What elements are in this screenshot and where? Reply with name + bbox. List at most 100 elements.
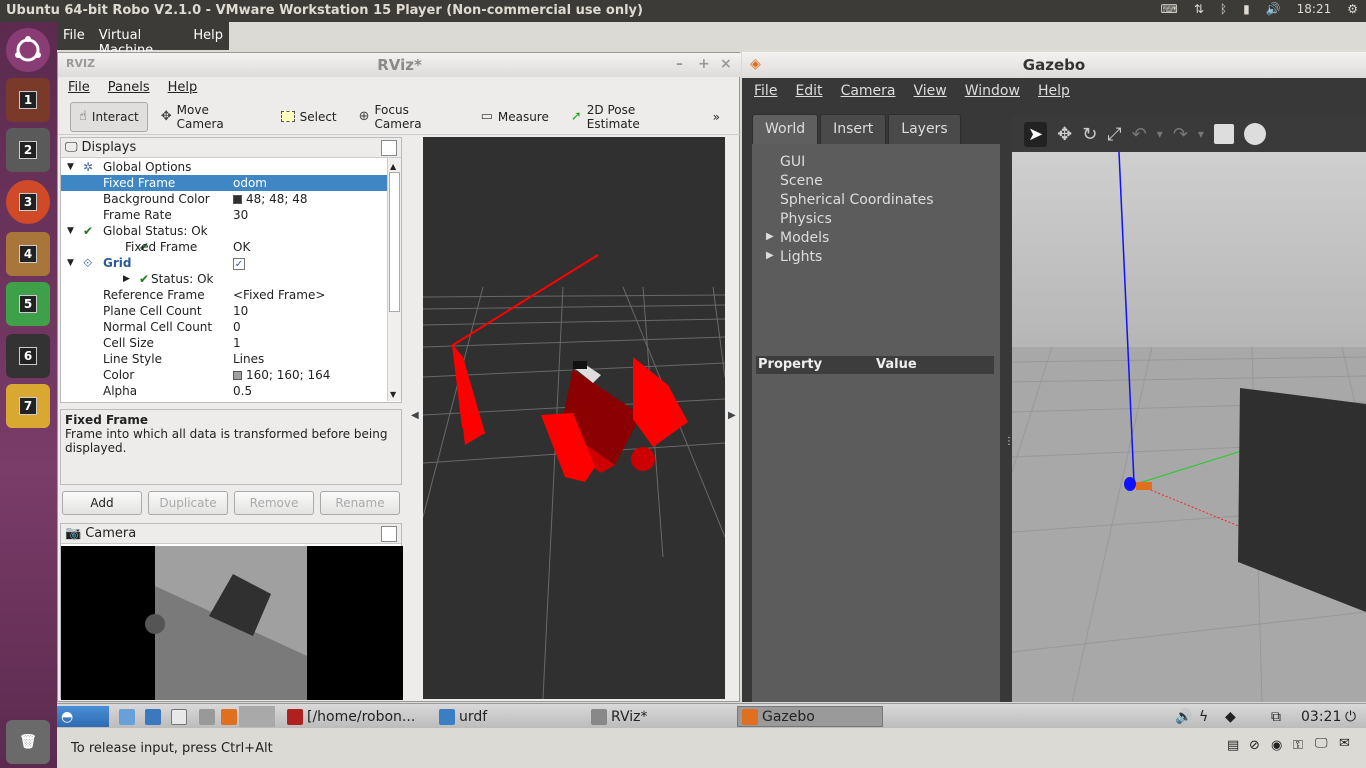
logout-icon[interactable]: ⏻ [1341, 706, 1360, 727]
world-tree-item[interactable]: ▶ Lights [766, 249, 822, 265]
expander-icon[interactable]: ▶ [766, 231, 774, 242]
tree-row-value[interactable]: odom [233, 176, 267, 190]
tree-row[interactable]: ✔ Fixed Frame OK [61, 239, 387, 255]
blank-task-slot[interactable] [239, 706, 275, 727]
tree-row-value[interactable]: OK [233, 240, 250, 254]
gazebo-menu-camera[interactable]: Camera [841, 83, 896, 101]
remove-button[interactable]: Remove [234, 491, 314, 515]
rename-button[interactable]: Rename [320, 491, 400, 515]
pose-estimate-tool-button[interactable]: ➚ 2D Pose Estimate [562, 102, 700, 132]
tree-row[interactable]: Color 160; 160; 164 [61, 367, 387, 383]
show-desktop-icon[interactable] [115, 706, 139, 727]
add-button[interactable]: Add [62, 491, 142, 515]
measure-tool-button[interactable]: ▭ Measure [472, 102, 558, 132]
tree-row[interactable]: ▶ ✔ Status: Ok [61, 271, 387, 287]
expander-icon[interactable]: ▼ [67, 162, 74, 172]
collapse-right-arrow-icon[interactable]: ▶ [728, 410, 736, 421]
tree-row-value[interactable]: 0.5 [233, 384, 252, 398]
move-camera-tool-button[interactable]: ✥ Move Camera [152, 102, 268, 132]
redo-dropdown-icon[interactable]: ▾ [1198, 127, 1204, 141]
world-tree-item[interactable]: Spherical Coordinates [780, 192, 934, 208]
quick-launch-icon-1[interactable] [141, 706, 165, 727]
tree-row[interactable]: Cell Size 1 [61, 335, 387, 351]
select-tool-button[interactable]: Select [272, 102, 346, 132]
displays-scrollbar[interactable]: ▲ ▼ [387, 158, 401, 401]
vm-menu-help[interactable]: Help [193, 28, 223, 44]
gazebo-menu-edit[interactable]: Edit [795, 83, 822, 101]
alert-tray-icon[interactable]: ◆ [1221, 706, 1240, 727]
rviz-menu-file[interactable]: File [68, 80, 90, 96]
tree-row-value[interactable]: 10 [233, 304, 248, 318]
gazebo-menu-window[interactable]: Window [965, 83, 1020, 101]
rotate-mode-icon[interactable]: ↻ [1082, 124, 1097, 145]
vm-menu-file[interactable]: File [63, 28, 85, 44]
rviz-menu-help[interactable]: Help [168, 80, 198, 96]
hdd-device-icon[interactable]: ▤ [1227, 738, 1239, 753]
tree-row[interactable]: ▼ ✔ Global Status: Ok [61, 223, 387, 239]
duplicate-button[interactable]: Duplicate [148, 491, 228, 515]
volume-tray-icon[interactable]: 🔊 [1171, 706, 1196, 727]
quick-launch-rviz-icon[interactable] [195, 706, 219, 727]
launcher-item-2[interactable]: 2 [6, 128, 50, 172]
message-icon[interactable]: ✉ [1339, 736, 1350, 751]
box-shape-icon[interactable] [1213, 124, 1234, 144]
world-tree-item[interactable]: ▶ Models [766, 230, 829, 246]
scale-mode-icon[interactable]: ⤢ [1107, 124, 1121, 145]
trash-icon[interactable]: 🗑 [6, 720, 50, 764]
tree-row-value[interactable]: 1 [233, 336, 241, 350]
tab-insert[interactable]: Insert [820, 114, 887, 144]
tree-row-value[interactable]: 30 [233, 208, 248, 222]
world-tree-item[interactable]: Scene [780, 173, 823, 189]
usb-device-icon[interactable]: ⚿ [1293, 738, 1303, 753]
tree-row[interactable]: Background Color 48; 48; 48 [61, 191, 387, 207]
gazebo-3d-view[interactable] [1012, 152, 1366, 702]
tree-row[interactable]: Frame Rate 30 [61, 207, 387, 223]
network-icon[interactable]: ⇅ [1194, 2, 1204, 16]
redo-icon[interactable]: ↷ [1173, 124, 1188, 145]
launcher-item-7[interactable]: 7 [6, 384, 50, 428]
tree-row-value[interactable]: 48; 48; 48 [233, 192, 308, 206]
launcher-item-5[interactable]: 5 [6, 282, 50, 326]
rviz-menu-panels[interactable]: Panels [108, 80, 150, 96]
tree-row[interactable]: ▼ ⟐ Grid ✓ [61, 255, 387, 271]
close-icon[interactable]: × [720, 56, 732, 72]
start-menu-button[interactable]: ◓ [57, 706, 109, 727]
tree-row[interactable]: Alpha 0.5 [61, 383, 387, 399]
cdrom-device-icon[interactable]: ◉ [1271, 738, 1282, 753]
undo-dropdown-icon[interactable]: ▾ [1157, 127, 1163, 141]
tab-layers[interactable]: Layers [888, 114, 961, 144]
bluetooth-icon[interactable]: ᛒ [1220, 2, 1227, 16]
focus-camera-tool-button[interactable]: ⊕ Focus Camera [350, 102, 468, 132]
expander-icon[interactable]: ▼ [67, 258, 74, 268]
collapse-left-arrow-icon[interactable]: ◀ [411, 410, 419, 421]
tree-row[interactable]: Normal Cell Count 0 [61, 319, 387, 335]
tree-row-value[interactable]: 0 [233, 320, 241, 334]
rviz-3d-view[interactable] [423, 137, 725, 699]
panel-undock-checkbox[interactable] [381, 139, 397, 156]
tree-row-value[interactable]: ✓ [233, 256, 245, 270]
tree-row[interactable]: ▼ ✲ Global Options [61, 159, 387, 175]
world-tree-item[interactable]: GUI [780, 154, 805, 170]
launcher-item-3[interactable]: 3 [6, 180, 50, 224]
tab-world[interactable]: World [752, 114, 819, 144]
task-urdf-folder[interactable]: urdf [435, 706, 575, 727]
network-device-icon[interactable]: ⊘ [1249, 738, 1260, 753]
clock[interactable]: 18:21 [1297, 2, 1332, 16]
power-icon[interactable]: ⚙ [1347, 2, 1358, 16]
tree-row-value[interactable]: Lines [233, 352, 264, 366]
launcher-item-4[interactable]: 4 [6, 232, 50, 276]
ubuntu-dash-icon[interactable] [6, 28, 50, 72]
taskbar-clock[interactable]: 03:21 [1297, 706, 1345, 727]
gazebo-menu-view[interactable]: View [914, 83, 947, 101]
minimize-icon[interactable]: – [676, 56, 683, 72]
volume-icon[interactable]: 🔊 [1266, 2, 1281, 16]
launcher-item-1[interactable]: 1 [6, 78, 50, 122]
gazebo-menu-file[interactable]: File [754, 83, 777, 101]
world-tree-item[interactable]: Physics [780, 211, 832, 227]
task-gazebo[interactable]: Gazebo [737, 706, 883, 727]
quick-launch-gazebo-icon[interactable] [217, 706, 241, 727]
maximize-icon[interactable]: + [698, 56, 710, 72]
battery-icon[interactable]: ▮ [1243, 2, 1250, 16]
tree-row-value[interactable]: 160; 160; 164 [233, 368, 330, 382]
sphere-shape-icon[interactable] [1243, 123, 1266, 145]
